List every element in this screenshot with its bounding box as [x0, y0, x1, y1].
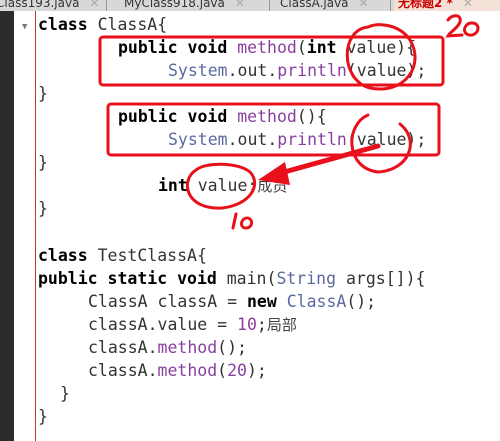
- circle-mark: [350, 113, 412, 174]
- handwritten-20: [445, 14, 480, 38]
- highlight-box: [106, 102, 441, 157]
- arrow-head-icon: [258, 162, 290, 185]
- highlight-box: [98, 35, 445, 87]
- circle-mark: [345, 23, 417, 91]
- circle-mark: [186, 162, 257, 210]
- red-annotations: 20 10: [98, 14, 480, 230]
- handwritten-10: [231, 212, 254, 230]
